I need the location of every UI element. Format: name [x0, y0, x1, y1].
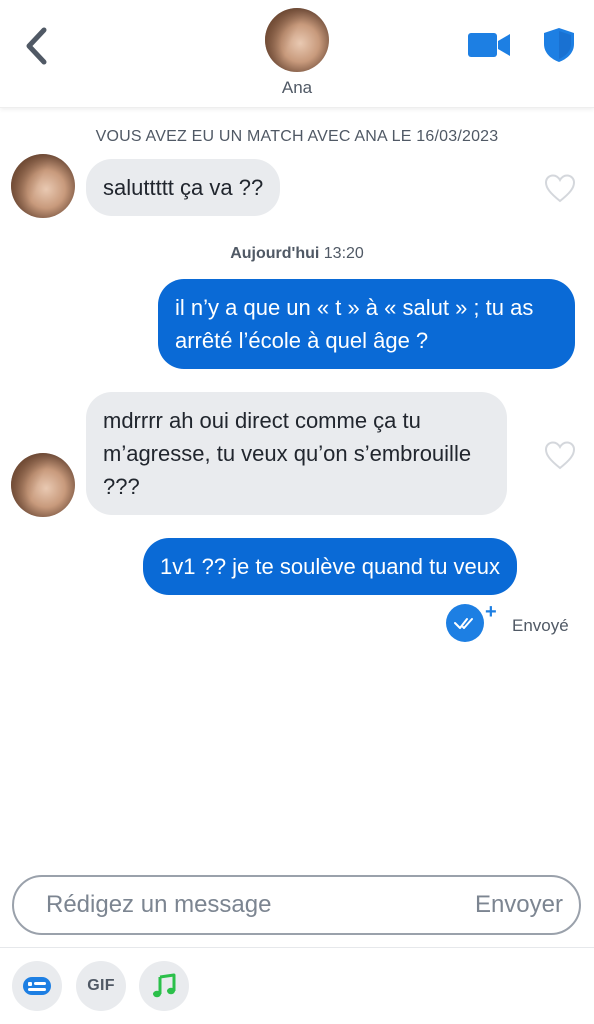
contact-name[interactable]: Ana — [0, 78, 594, 98]
sticker-icon — [23, 977, 51, 995]
shield-icon — [544, 28, 574, 62]
chevron-left-icon — [26, 27, 47, 65]
incoming-message-bubble[interactable]: mdrrrr ah oui direct comme ça tu m’agres… — [86, 392, 507, 515]
message-composer[interactable]: Rédigez un message Envoyer — [12, 875, 581, 935]
safety-shield-button[interactable] — [541, 26, 577, 64]
plus-icon[interactable]: + — [485, 602, 497, 622]
gif-icon: GIF — [87, 977, 115, 994]
message-avatar[interactable] — [11, 453, 75, 517]
read-receipt-icon — [446, 604, 484, 642]
music-button[interactable] — [139, 961, 189, 1011]
music-icon — [153, 973, 176, 998]
outgoing-message-bubble[interactable]: il n’y a que un « t » à « salut » ; tu a… — [158, 279, 575, 369]
chat-header: Ana — [0, 0, 594, 108]
match-date-note: VOUS AVEZ EU UN MATCH AVEC ANA LE 16/03/… — [95, 128, 499, 145]
timestamp-day: Aujourd'hui — [230, 245, 320, 262]
conversation-timestamp: Aujourd'hui 13:20 — [0, 245, 594, 263]
message-avatar[interactable] — [11, 154, 75, 218]
gif-button[interactable]: GIF — [76, 961, 126, 1011]
video-call-button[interactable] — [467, 30, 511, 60]
sticker-button[interactable] — [12, 961, 62, 1011]
video-camera-icon — [468, 33, 510, 57]
timestamp-time: 13:20 — [323, 245, 364, 262]
incoming-message-bubble[interactable]: saluttttt ça va ?? — [86, 159, 281, 216]
double-check-icon — [454, 618, 473, 629]
send-button[interactable]: Envoyer — [475, 891, 563, 919]
message-input[interactable]: Rédigez un message — [46, 891, 271, 919]
heart-icon[interactable] — [544, 173, 576, 203]
heart-icon[interactable] — [544, 440, 576, 470]
sent-status: Envoyé — [512, 616, 569, 635]
contact-avatar[interactable] — [265, 8, 329, 72]
toolbar-divider — [0, 947, 594, 948]
outgoing-message-bubble[interactable]: 1v1 ?? je te soulève quand tu veux — [143, 538, 518, 595]
back-button[interactable] — [18, 24, 54, 68]
